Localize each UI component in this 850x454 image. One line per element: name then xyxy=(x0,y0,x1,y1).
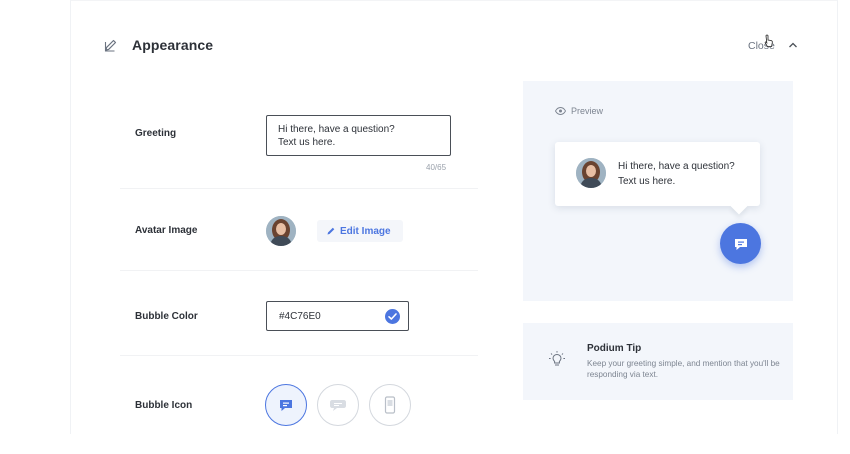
character-count: 40/65 xyxy=(426,163,447,172)
check-icon xyxy=(385,309,400,324)
bubble-color-label: Bubble Color xyxy=(135,311,198,322)
preview-line-2: Text us here. xyxy=(618,176,676,187)
divider xyxy=(120,270,478,271)
pencil-icon xyxy=(104,39,117,52)
pencil-icon xyxy=(327,227,335,235)
greeting-line-1: Hi there, have a question? xyxy=(278,124,395,135)
preview-line-1: Hi there, have a question? xyxy=(618,161,735,172)
preview-avatar xyxy=(576,158,606,188)
bubble-icon-label: Bubble Icon xyxy=(135,400,193,411)
eye-icon xyxy=(555,107,566,115)
lightbulb-icon xyxy=(549,351,565,366)
avatar-image-label: Avatar Image xyxy=(135,225,198,236)
tip-body: Keep your greeting simple, and mention t… xyxy=(587,359,780,379)
divider xyxy=(120,188,478,189)
preview-message: Hi there, have a question? Text us here. xyxy=(618,159,735,189)
edit-image-button[interactable]: Edit Image xyxy=(317,220,403,242)
chat-launcher-button[interactable] xyxy=(720,223,761,264)
greeting-textarea[interactable]: Hi there, have a question? Text us here. xyxy=(266,115,451,156)
chat-bubble-icon xyxy=(734,238,747,250)
avatar xyxy=(266,216,296,246)
preview-label: Preview xyxy=(571,106,604,116)
tip-title: Podium Tip xyxy=(587,343,642,354)
greeting-label: Greeting xyxy=(135,128,177,139)
chat-bubble-icon xyxy=(280,400,292,411)
preview-header: Preview xyxy=(555,106,603,116)
bubble-icon-option-chat[interactable] xyxy=(265,384,307,426)
bubble-icon-option-phone[interactable] xyxy=(369,384,411,426)
divider xyxy=(120,355,478,356)
greeting-line-2: Text us here. xyxy=(278,137,336,148)
bubble-icon-option-message[interactable] xyxy=(317,384,359,426)
hand-cursor-icon xyxy=(764,34,773,47)
message-bubble-icon xyxy=(330,400,346,411)
edit-image-label: Edit Image xyxy=(340,225,391,237)
phone-icon xyxy=(384,396,396,414)
section-title: Appearance xyxy=(132,37,214,53)
chevron-up-icon[interactable] xyxy=(787,39,799,51)
